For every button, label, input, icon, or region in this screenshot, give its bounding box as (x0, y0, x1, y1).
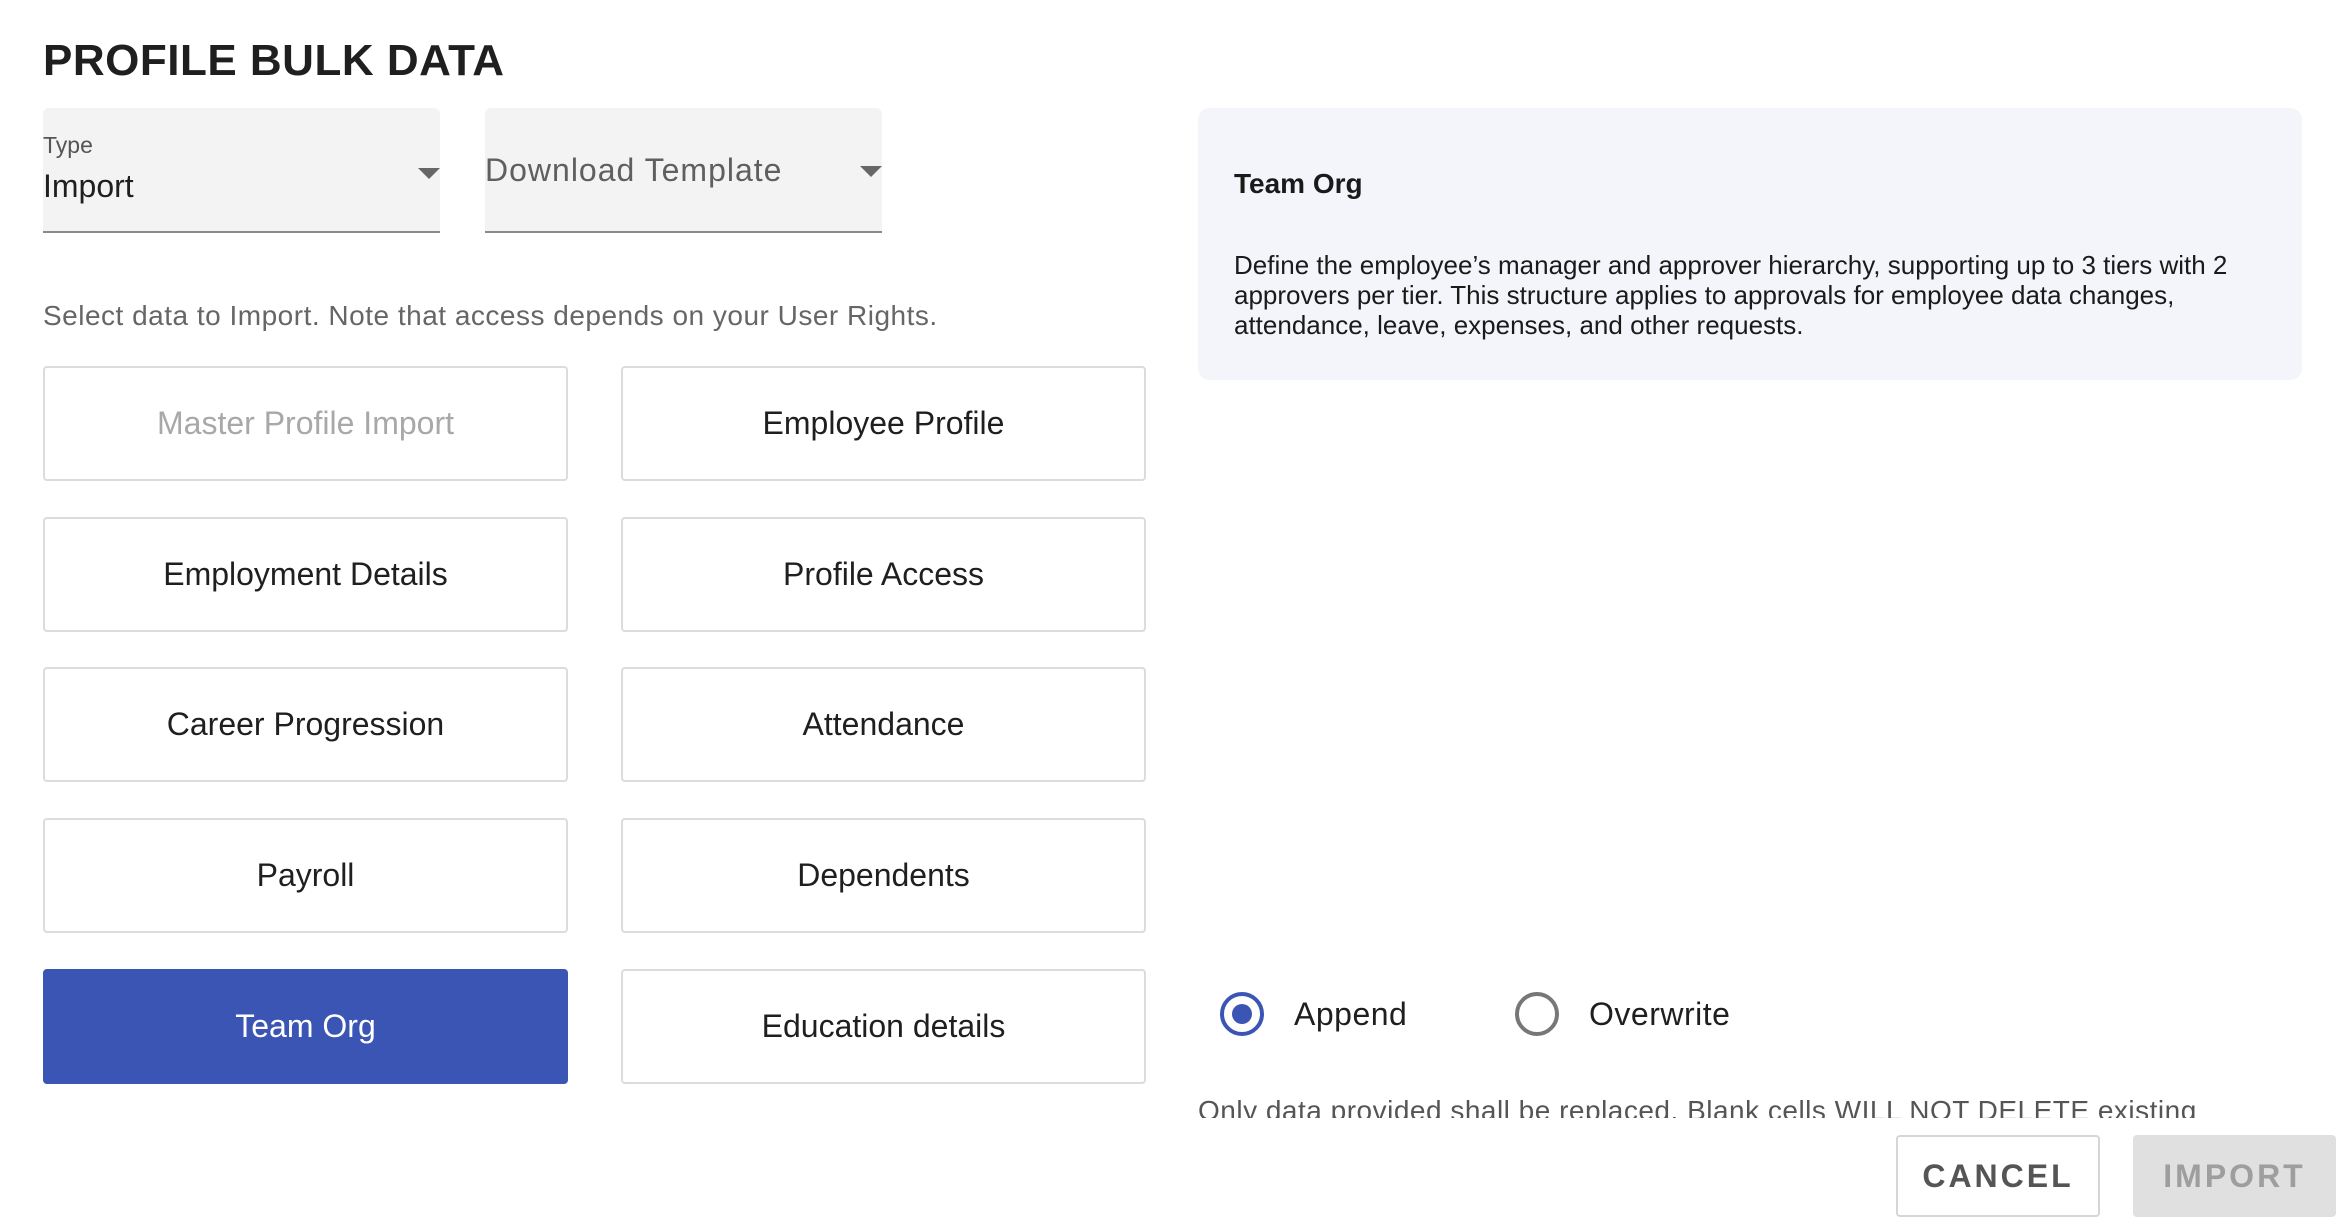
option-employee-profile[interactable]: Employee Profile (621, 366, 1146, 481)
option-profile-access[interactable]: Profile Access (621, 517, 1146, 632)
option-employment-details[interactable]: Employment Details (43, 517, 568, 632)
page-title: PROFILE BULK DATA (43, 36, 505, 85)
mode-note: Only data provided shall be replaced. Bl… (1198, 1095, 2197, 1118)
append-label: Append (1294, 995, 1408, 1032)
import-button[interactable]: IMPORT (2133, 1135, 2336, 1217)
select-data-hint: Select data to Import. Note that access … (43, 300, 938, 331)
info-panel: Team Org Define the employee’s manager a… (1198, 108, 2302, 380)
profile-bulk-data-dialog: PROFILE BULK DATA Type Import Download T… (0, 0, 2336, 1224)
info-description: Define the employee’s manager and approv… (1234, 250, 2228, 340)
overwrite-label: Overwrite (1589, 995, 1731, 1032)
radio-checked-icon (1220, 992, 1264, 1036)
download-template-placeholder: Download Template (485, 152, 783, 188)
option-payroll[interactable]: Payroll (43, 818, 568, 933)
type-select-value: Import (43, 168, 134, 204)
info-title: Team Org (1234, 168, 1363, 199)
type-select-label: Type (43, 132, 93, 158)
dropdown-arrow-icon (418, 168, 440, 179)
cancel-button[interactable]: CANCEL (1896, 1135, 2100, 1217)
mode-note-container: Only data provided shall be replaced. Bl… (1198, 1094, 2298, 1118)
radio-unchecked-icon (1515, 992, 1559, 1036)
option-master-profile-import: Master Profile Import (43, 366, 568, 481)
type-select[interactable]: Type Import (43, 108, 440, 233)
dropdown-arrow-icon (860, 166, 882, 177)
option-career-progression[interactable]: Career Progression (43, 667, 568, 782)
option-team-org[interactable]: Team Org (43, 969, 568, 1084)
option-education-details[interactable]: Education details (621, 969, 1146, 1084)
option-attendance[interactable]: Attendance (621, 667, 1146, 782)
download-template-select[interactable]: Download Template (485, 108, 882, 233)
overwrite-radio[interactable]: Overwrite (1515, 990, 1730, 1038)
append-radio[interactable]: Append (1220, 990, 1407, 1038)
option-dependents[interactable]: Dependents (621, 818, 1146, 933)
